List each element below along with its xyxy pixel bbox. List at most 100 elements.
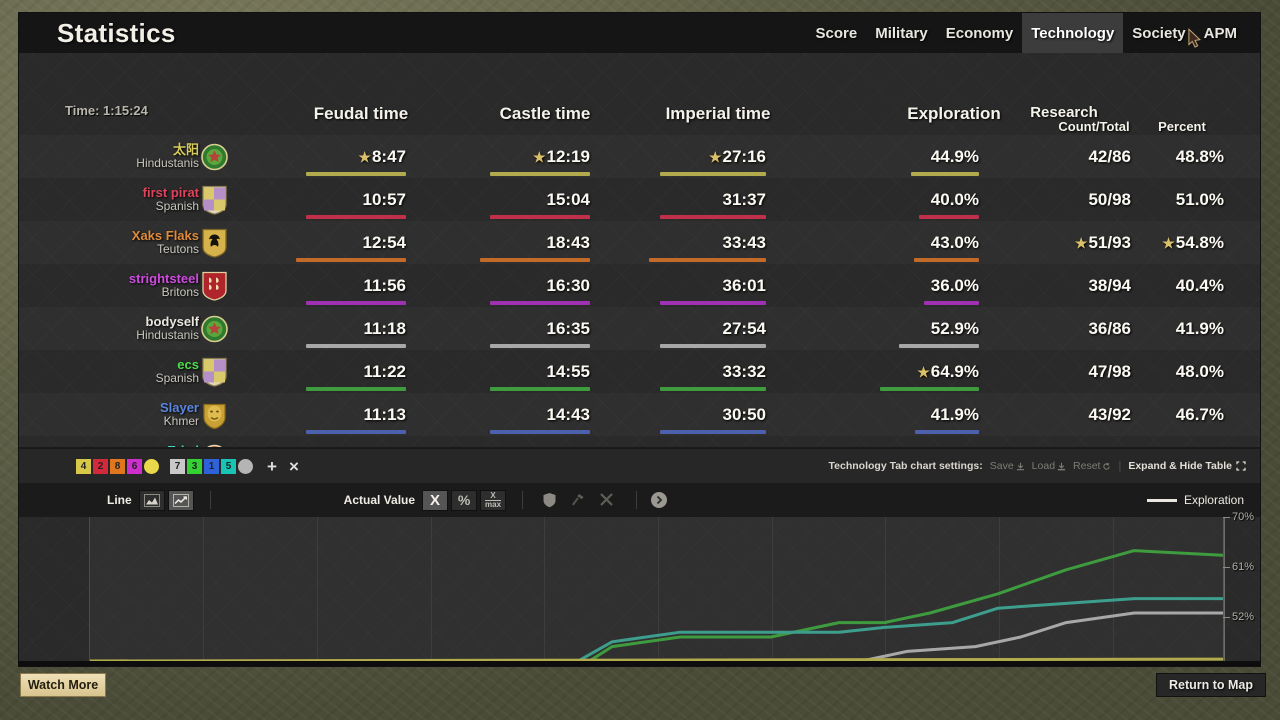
return-to-map-button[interactable]: Return to Map bbox=[1156, 673, 1266, 697]
player-rows: 太阳 Hindustanis ★8:47 ★12:19 ★27:16 44.9% 42/86… bbox=[19, 135, 1260, 479]
swatch-player-5[interactable]: 5 bbox=[221, 458, 236, 474]
research-percent-cell-value: 48.0% bbox=[1175, 361, 1224, 381]
player-name: Slayer bbox=[159, 400, 199, 416]
imperial-time-cell-bar bbox=[659, 171, 766, 176]
hindustanis-shield bbox=[201, 314, 228, 343]
max-ratio-glyph: Xmax bbox=[485, 490, 502, 509]
swatch-toggle-all[interactable] bbox=[144, 458, 159, 474]
swatch-player-3[interactable]: 3 bbox=[187, 458, 202, 474]
percent-value-button[interactable]: % bbox=[451, 489, 478, 511]
timeline-scrubber[interactable] bbox=[84, 665, 1187, 666]
load-settings-button[interactable]: Load bbox=[1032, 460, 1066, 472]
swatch-player-8[interactable]: 8 bbox=[110, 458, 125, 474]
feudal-time-cell-value: 12:54 bbox=[362, 232, 406, 252]
table-row[interactable]: first pirat Spanish 10:57 15:04 31:37 40.0% 50… bbox=[19, 178, 1260, 221]
player-civilization: Spanish bbox=[155, 199, 199, 214]
player-identity: ecs Spanish bbox=[79, 358, 199, 384]
research-count-cell-value: 38/94 bbox=[1088, 275, 1131, 295]
exploration-cell: 52.9% bbox=[869, 319, 979, 348]
exploration-cell-value: ★64.9% bbox=[869, 362, 979, 382]
hammer-filter-button[interactable] bbox=[565, 490, 591, 511]
player-name: Xaks Flaks bbox=[131, 228, 199, 244]
player-name: first pirat bbox=[142, 185, 199, 201]
player-identity: 太阳 Hindustanis bbox=[79, 143, 199, 169]
exploration-cell: 41.9% bbox=[869, 405, 979, 434]
absolute-value-button[interactable]: X bbox=[422, 489, 449, 511]
line-chart-button[interactable] bbox=[167, 489, 194, 511]
watch-more-button[interactable]: Watch More bbox=[20, 673, 106, 697]
feudal-time-cell-text: 8:47 bbox=[371, 146, 406, 166]
timeline-end-time: 1:15:24 bbox=[1204, 666, 1260, 667]
player-civilization: Hindustanis bbox=[136, 328, 199, 343]
feudal-time-cell-value: 11:56 bbox=[363, 275, 406, 295]
research-percent-cell: ★54.8% bbox=[1127, 233, 1224, 253]
feudal-time-cell-value: 11:18 bbox=[363, 318, 406, 338]
exploration-cell-value: 36.0% bbox=[930, 275, 979, 295]
castle-time-cell-value: 16:35 bbox=[546, 318, 590, 338]
expand-hide-table-button[interactable]: Expand & Hide Table bbox=[1128, 460, 1246, 472]
chart-plot-area[interactable] bbox=[89, 517, 1224, 661]
imperial-time-cell-bar bbox=[659, 214, 766, 219]
table-row[interactable]: strightsteel Britons 11:56 16:30 36:01 36.0% 3… bbox=[19, 264, 1260, 307]
player-name: ecs bbox=[177, 357, 199, 373]
table-row[interactable]: 太阳 Hindustanis ★8:47 ★12:19 ★27:16 44.9% 42/86… bbox=[19, 135, 1260, 178]
table-row[interactable]: bodyself Hindustanis 11:18 16:35 27:54 52.9% 3… bbox=[19, 307, 1260, 350]
imperial-time-cell-value: 33:43 bbox=[722, 232, 766, 252]
imperial-time-cell-bar bbox=[659, 386, 766, 391]
player-civilization: Khmer bbox=[163, 414, 199, 429]
column-header-imperial: Imperial time bbox=[665, 104, 771, 123]
column-header-castle: Castle time bbox=[499, 104, 591, 123]
tab-military[interactable]: Military bbox=[866, 13, 937, 53]
table-row[interactable]: ecs Spanish 11:22 14:55 33:32 ★64.9% 47/98 48.0… bbox=[19, 350, 1260, 393]
tab-label: Military bbox=[875, 24, 928, 42]
research-percent-cell: 51.0% bbox=[1127, 190, 1224, 210]
next-page-button[interactable] bbox=[646, 490, 672, 511]
research-count-cell-text: 51/93 bbox=[1088, 232, 1131, 252]
swatch-label: 2 bbox=[97, 460, 104, 472]
tab-society[interactable]: Society bbox=[1123, 13, 1194, 53]
shield-filter-button[interactable] bbox=[536, 490, 562, 511]
swatch-player-7[interactable]: 7 bbox=[170, 458, 185, 474]
save-settings-button[interactable]: Save bbox=[990, 460, 1025, 472]
imperial-time-cell: 33:32 bbox=[633, 362, 766, 391]
player-identity: first pirat Spanish bbox=[79, 186, 199, 212]
timeline-prev-button[interactable]: ◀| bbox=[67, 664, 84, 666]
best-star-icon: ★ bbox=[1074, 234, 1088, 251]
tab-score[interactable]: Score bbox=[807, 13, 867, 53]
tab-economy[interactable]: Economy bbox=[937, 13, 1023, 53]
exploration-cell-value: 43.0% bbox=[930, 232, 979, 252]
feudal-time-cell: 11:56 bbox=[281, 275, 406, 305]
research-count-cell: 36/86 bbox=[1024, 319, 1131, 339]
feudal-time-cell-bar bbox=[306, 214, 406, 219]
area-chart-button[interactable] bbox=[138, 489, 165, 511]
research-count-cell: 47/98 bbox=[1024, 362, 1131, 382]
toolbar-separator-3 bbox=[636, 491, 638, 509]
feudal-time-cell-value: 11:13 bbox=[363, 404, 406, 424]
research-percent-cell-value: 40.4% bbox=[1175, 275, 1224, 295]
timeline-next-button[interactable]: |▶ bbox=[1187, 664, 1204, 666]
research-count-cell-value: 42/86 bbox=[1088, 146, 1131, 166]
table-row[interactable]: Xaks Flaks Teutons 12:54 18:43 33:43 43.0% ★51… bbox=[19, 221, 1260, 264]
table-row[interactable]: Slayer Khmer 11:13 14:43 30:50 41.9% 43/92 46.7… bbox=[19, 393, 1260, 436]
player-civilization: Teutons bbox=[156, 242, 199, 257]
exploration-cell-value: 40.0% bbox=[930, 189, 979, 209]
military-filter-button[interactable] bbox=[594, 490, 620, 511]
exploration-cell: 44.9% bbox=[869, 147, 979, 176]
swatch-player-1[interactable]: 1 bbox=[204, 458, 219, 474]
swatch-player-4[interactable]: 4 bbox=[76, 458, 91, 474]
exploration-cell-bar bbox=[910, 171, 979, 176]
percent-value-glyph: % bbox=[457, 492, 471, 508]
swatch-toggle-all[interactable] bbox=[238, 458, 253, 474]
tab-technology[interactable]: Technology bbox=[1022, 13, 1124, 53]
reset-settings-button[interactable]: Reset bbox=[1073, 460, 1111, 472]
swatch-player-2[interactable]: 2 bbox=[93, 458, 108, 474]
y-tick-1: 61% bbox=[1222, 561, 1255, 573]
swatch-player-6[interactable]: 6 bbox=[127, 458, 142, 474]
feudal-time-cell: 10:57 bbox=[281, 190, 406, 219]
max-ratio-button[interactable]: Xmax bbox=[480, 489, 507, 511]
imperial-time-cell-value: ★27:16 bbox=[633, 147, 766, 167]
remove-series-button[interactable]: × bbox=[289, 458, 299, 475]
player-civilization: Britons bbox=[161, 285, 199, 300]
add-series-button[interactable]: + bbox=[267, 458, 277, 475]
tab-label: Score bbox=[815, 24, 858, 42]
